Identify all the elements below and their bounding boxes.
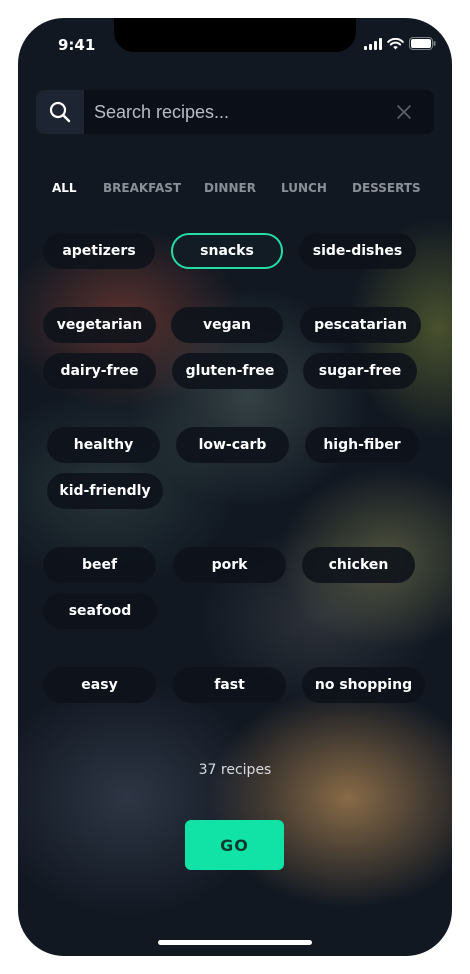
chip-dairy-free[interactable]: dairy-free xyxy=(43,353,156,389)
chip-easy[interactable]: easy xyxy=(43,667,156,703)
chip-pescatarian[interactable]: pescatarian xyxy=(300,307,421,343)
tab-dinner[interactable]: DINNER xyxy=(204,181,256,195)
chip-side-dishes[interactable]: side-dishes xyxy=(299,233,416,269)
chip-pork[interactable]: pork xyxy=(173,547,286,583)
chip-no-shopping[interactable]: no shopping xyxy=(302,667,425,703)
chip-healthy[interactable]: healthy xyxy=(47,427,160,463)
cellular-signal-icon xyxy=(364,37,382,50)
battery-icon xyxy=(409,37,436,50)
search-button[interactable] xyxy=(36,90,84,134)
chip-vegan[interactable]: vegan xyxy=(171,307,283,343)
chip-sugar-free[interactable]: sugar-free xyxy=(303,353,417,389)
chip-vegetarian[interactable]: vegetarian xyxy=(43,307,156,343)
chip-gluten-free[interactable]: gluten-free xyxy=(172,353,288,389)
search-bar xyxy=(36,90,434,134)
chip-apetizers[interactable]: apetizers xyxy=(43,233,155,269)
wifi-icon xyxy=(387,37,404,49)
recipe-count: 37 recipes xyxy=(198,762,272,778)
chip-low-carb[interactable]: low-carb xyxy=(176,427,289,463)
chip-seafood[interactable]: seafood xyxy=(43,593,157,629)
tab-all[interactable]: ALL xyxy=(52,181,77,195)
tab-lunch[interactable]: LUNCH xyxy=(281,181,327,195)
category-tabs: ALL BREAKFAST DINNER LUNCH DESSERTS xyxy=(52,181,432,197)
status-icons xyxy=(364,37,436,50)
chip-chicken[interactable]: chicken xyxy=(302,547,415,583)
phone-screen: 9:41 Search recipes... ALL BREAKFAST DIN… xyxy=(18,18,452,956)
go-button[interactable]: GO xyxy=(185,820,284,870)
status-bar: 9:41 xyxy=(18,18,452,66)
chip-kid-friendly[interactable]: kid-friendly xyxy=(47,473,163,509)
close-icon[interactable] xyxy=(396,104,412,120)
notch xyxy=(114,18,356,52)
chip-high-fiber[interactable]: high-fiber xyxy=(305,427,419,463)
status-time: 9:41 xyxy=(58,36,96,54)
home-indicator[interactable] xyxy=(158,940,312,945)
chip-fast[interactable]: fast xyxy=(173,667,286,703)
tab-desserts[interactable]: DESSERTS xyxy=(352,181,421,195)
chip-beef[interactable]: beef xyxy=(43,547,156,583)
search-input[interactable] xyxy=(94,90,374,134)
chip-snacks[interactable]: snacks xyxy=(171,233,283,269)
tab-breakfast[interactable]: BREAKFAST xyxy=(103,181,181,195)
search-icon xyxy=(49,101,71,123)
